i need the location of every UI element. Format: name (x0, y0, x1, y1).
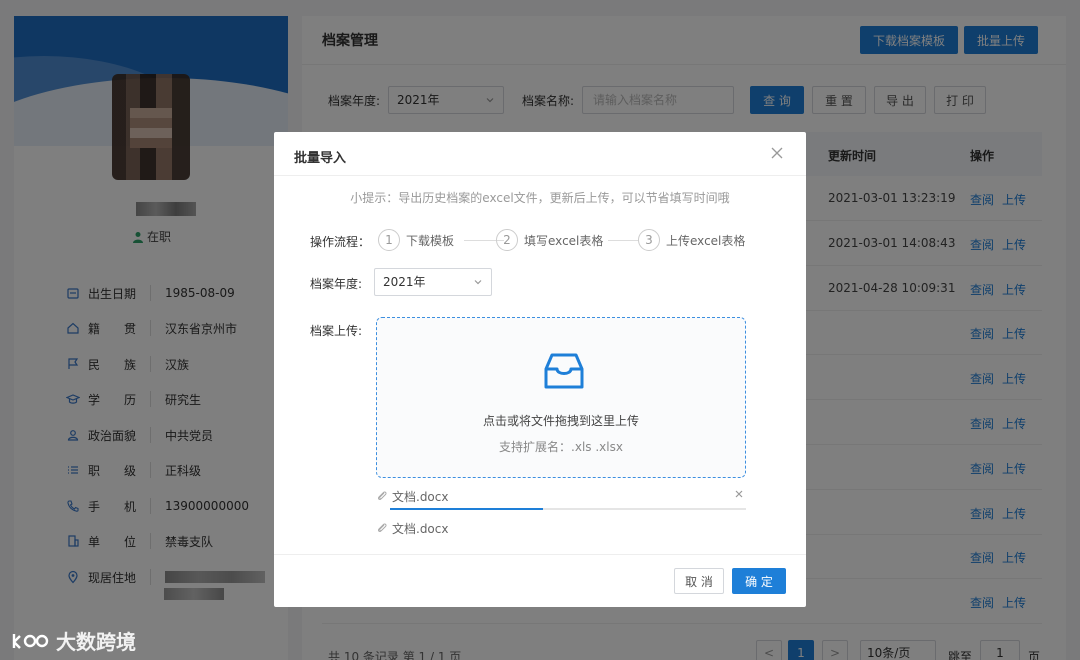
upload-instruction: 点击或将文件拖拽到这里上传 (482, 414, 639, 428)
paperclip-icon (377, 523, 387, 533)
confirm-button[interactable]: 确 定 (732, 568, 786, 594)
watermark-text: 大数跨境 (56, 630, 136, 654)
modal-year-value: 2021年 (383, 275, 426, 289)
batch-import-dialog: 批量导入 小提示：导出历史档案的excel文件，更新后上传，可以节省填写时间哦 … (274, 132, 806, 607)
watermark: 大数跨境 (10, 626, 136, 655)
upload-label: 档案上传: (310, 324, 363, 338)
inbox-icon (544, 353, 584, 389)
remove-file-icon[interactable] (734, 489, 744, 499)
dialog-tip: 小提示：导出历史档案的excel文件，更新后上传，可以节省填写时间哦 (350, 191, 730, 205)
upload-file-item[interactable]: 文档.docx (376, 518, 746, 538)
file-name: 文档.docx (392, 489, 449, 504)
paperclip-icon (377, 491, 387, 501)
modal-year-select[interactable]: 2021年 (374, 268, 492, 296)
step-number: 2 (496, 229, 518, 251)
upload-file-item[interactable]: 文档.docx (376, 486, 746, 506)
chevron-down-icon (474, 280, 482, 285)
step-number: 3 (638, 229, 660, 251)
step-label: 上传excel表格 (666, 233, 746, 248)
step-label: 下载模板 (406, 233, 455, 248)
upload-dropzone[interactable]: 点击或将文件拖拽到这里上传 支持扩展名：.xls .xlsx (376, 317, 746, 478)
step-number: 1 (378, 229, 400, 251)
upload-progress (390, 508, 746, 510)
modal-year-label: 档案年度: (310, 277, 363, 291)
file-name: 文档.docx (392, 521, 449, 536)
watermark-logo-icon (12, 633, 49, 649)
dialog-header: 批量导入 (274, 132, 806, 176)
upload-extensions: 支持扩展名：.xls .xlsx (499, 440, 623, 454)
step-3: 3 上传excel表格 (638, 229, 745, 251)
step-1: 1 下载模板 (378, 229, 454, 251)
cancel-button[interactable]: 取 消 (674, 568, 724, 594)
step-2: 2 填写excel表格 (496, 229, 603, 251)
close-icon[interactable] (770, 146, 784, 160)
flow-label: 操作流程： (310, 235, 371, 249)
step-label: 填写excel表格 (524, 233, 604, 248)
dialog-title: 批量导入 (294, 151, 347, 166)
